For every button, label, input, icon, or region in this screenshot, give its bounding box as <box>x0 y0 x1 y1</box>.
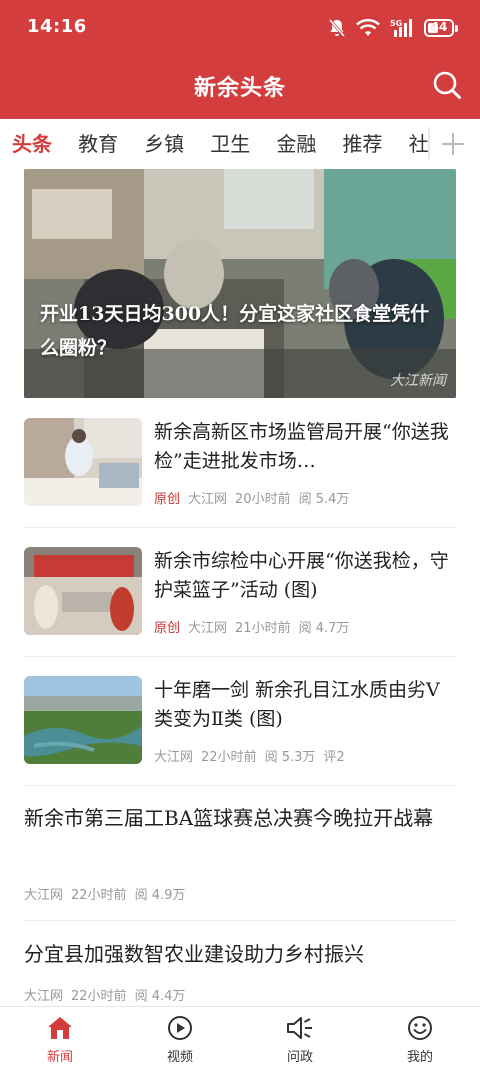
play-icon <box>168 1016 192 1040</box>
news-item[interactable]: 十年磨一剑 新余孔目江水质由劣V类变为Ⅱ类 (图) 大江网 22小时前阅 5.3万… <box>24 676 456 766</box>
news-views: 阅 4.9万 <box>134 888 186 903</box>
nav-label: 我的 <box>406 1050 433 1065</box>
search-icon[interactable] <box>432 70 462 100</box>
nav-profile[interactable]: 我的 <box>360 1015 480 1065</box>
divider <box>24 656 456 657</box>
news-title-wide[interactable]: 分宜县加强数智农业建设助力乡村振兴 <box>24 936 456 972</box>
app-header: 14:16 5G 44 新余头条 <box>0 0 480 119</box>
news-views: 阅 4.4万 <box>134 989 186 1004</box>
nav-label: 新闻 <box>46 1050 73 1065</box>
smile-icon <box>408 1016 432 1040</box>
news-time: 21小时前 <box>235 621 291 636</box>
news-title: 十年磨一剑 新余孔目江水质由劣V类变为Ⅱ类 (图) <box>154 679 440 730</box>
nav-news[interactable]: 新闻 <box>0 1015 120 1065</box>
tab-health[interactable]: 卫生 <box>210 119 250 169</box>
tab-community[interactable]: 社 <box>409 119 429 169</box>
nav-video[interactable]: 视频 <box>120 1015 240 1065</box>
hero-article[interactable]: 开业13天日均300人！分宜这家社区食堂凭什么圈粉？ 大江新闻 <box>24 169 456 398</box>
tab-strip: 头条 教育 乡镇 卫生 金融 推荐 社 <box>12 119 430 169</box>
divider <box>24 785 456 786</box>
tab-education[interactable]: 教育 <box>78 119 118 169</box>
channel-tabs: 头条 教育 乡镇 卫生 金融 推荐 社 <box>0 119 480 169</box>
hero-title: 开业13天日均300人！分宜这家社区食堂凭什么圈粉？ <box>40 303 430 359</box>
news-views: 阅 5.3万 <box>264 750 316 765</box>
news-title-wide[interactable]: 新余市第三届工BA篮球赛总决赛今晚拉开战幕 <box>24 800 456 836</box>
divider <box>24 920 456 921</box>
news-time: 22小时前 <box>71 888 127 903</box>
nav-label: 视频 <box>166 1050 193 1065</box>
news-time: 22小时前 <box>201 750 257 765</box>
nav-label: 问政 <box>286 1050 313 1065</box>
news-source: 大江网 <box>24 888 64 903</box>
news-meta: 大江网 22小时前阅 4.4万 <box>24 985 193 1004</box>
tab-finance[interactable]: 金融 <box>276 119 316 169</box>
news-item[interactable]: 新余高新区市场监管局开展“你送我检”走进批发市场… 原创 大江网 20小时前阅 5.… <box>24 418 456 508</box>
news-title: 新余高新区市场监管局开展“你送我检”走进批发市场… <box>154 421 449 472</box>
nav-inquiry[interactable]: 问政 <box>240 1015 360 1065</box>
bell-muted-icon <box>328 19 346 37</box>
news-time: 22小时前 <box>71 989 127 1004</box>
tab-headlines[interactable]: 头条 <box>12 119 52 169</box>
news-views: 阅 4.7万 <box>298 621 350 636</box>
news-meta: 原创 大江网 20小时前阅 5.4万 <box>154 488 357 507</box>
hero-watermark: 大江新闻 <box>390 373 446 389</box>
status-time: 14:16 <box>27 16 87 37</box>
tab-divider <box>428 127 431 159</box>
news-source: 大江网 <box>188 492 228 507</box>
divider <box>24 527 456 528</box>
signal-5g-icon: 5G <box>390 19 412 37</box>
news-meta: 原创 大江网 21小时前阅 4.7万 <box>154 617 357 636</box>
bottom-nav: 新闻 视频 问政 我的 <box>0 1006 480 1072</box>
battery-level: 44 <box>430 20 448 34</box>
status-icons: 5G 44 <box>328 15 458 41</box>
status-bar: 14:16 5G 44 <box>0 0 480 56</box>
news-source: 大江网 <box>188 621 228 636</box>
news-source: 大江网 <box>154 750 194 765</box>
news-time: 20小时前 <box>235 492 291 507</box>
news-title: 新余市综检中心开展“你送我检，守护菜篮子”活动 (图) <box>154 550 449 601</box>
news-meta: 大江网 22小时前阅 5.3万 评2 <box>154 746 353 765</box>
wifi-icon <box>356 19 380 36</box>
plus-icon[interactable] <box>440 131 466 157</box>
app-title: 新余头条 <box>193 76 286 101</box>
news-thumbnail <box>24 418 142 506</box>
home-icon <box>48 1017 72 1039</box>
news-thumbnail <box>24 547 142 635</box>
news-item[interactable]: 新余市综检中心开展“你送我检，守护菜篮子”活动 (图) 原创 大江网 21小时前阅 … <box>24 547 456 637</box>
speaker-icon <box>287 1017 312 1039</box>
battery-icon: 44 <box>424 19 458 37</box>
news-comments: 评2 <box>323 750 345 765</box>
tab-towns[interactable]: 乡镇 <box>144 119 184 169</box>
news-views: 阅 5.4万 <box>298 492 350 507</box>
news-thumbnail <box>24 676 142 764</box>
tab-recommended[interactable]: 推荐 <box>342 119 382 169</box>
news-source: 大江网 <box>24 989 64 1004</box>
svg-text:5G: 5G <box>390 19 402 28</box>
original-tag: 原创 <box>154 621 181 636</box>
news-meta: 大江网 22小时前阅 4.9万 <box>24 884 193 903</box>
original-tag: 原创 <box>154 492 181 507</box>
